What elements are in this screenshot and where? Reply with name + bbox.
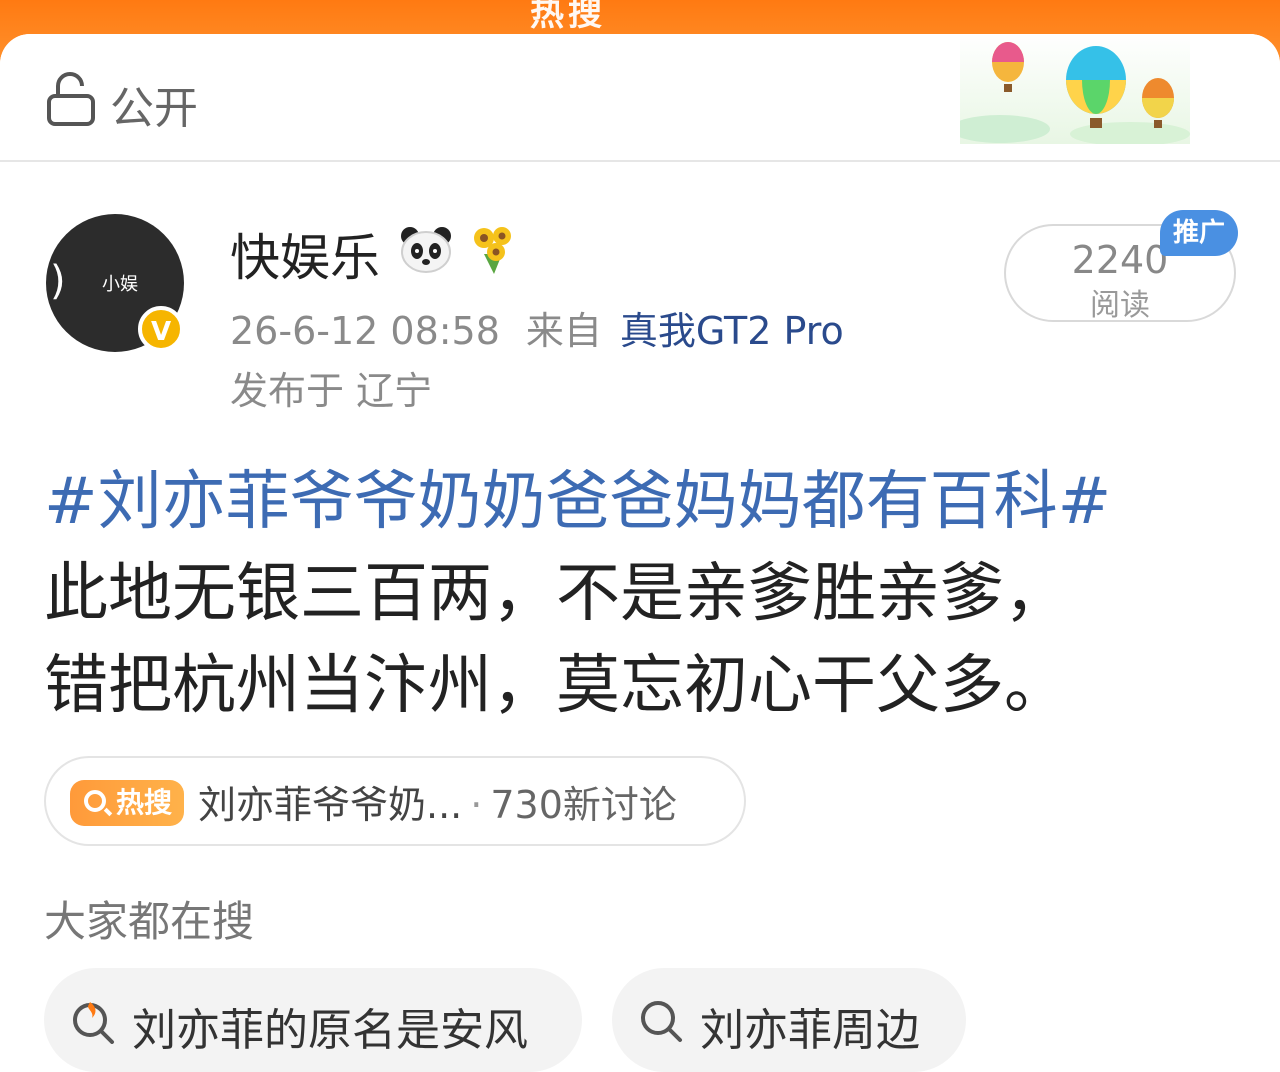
post-meta: 26-6-12 08:58 来自 真我GT2 Pro: [230, 300, 844, 355]
hot-search-icon: [73, 1002, 114, 1044]
lock-icon: [47, 72, 95, 126]
post-location: 发布于 辽宁: [230, 369, 433, 413]
search-icon: [641, 1001, 682, 1042]
related-search-item[interactable]: 刘亦菲的原名是安风: [44, 968, 582, 1072]
promo-badge[interactable]: 推广: [1160, 210, 1238, 256]
visibility-bar[interactable]: 公开: [0, 34, 1280, 162]
hot-search-count: 730新讨论: [490, 783, 677, 827]
post-timestamp: 26-6-12 08:58: [230, 309, 500, 353]
hot-search-badge-label: 热搜: [116, 786, 173, 819]
avatar-text: 小娱: [102, 274, 138, 295]
post-content: #刘亦菲爷爷奶奶爸爸妈妈都有百科# 此地无银三百两，不是亲爹胜亲爹， 错把杭州当…: [44, 456, 1244, 732]
search-icon: [84, 790, 106, 812]
device-link[interactable]: 真我GT2 Pro: [620, 309, 844, 353]
hot-search-separator: ·: [470, 783, 483, 827]
related-search-item[interactable]: 刘亦菲周边: [612, 968, 966, 1072]
visibility-label: 公开: [110, 83, 198, 134]
related-search-label: 刘亦菲周边: [700, 1005, 920, 1056]
hot-search-topic: 刘亦菲爷爷奶...: [198, 783, 463, 827]
related-search-label: 刘亦菲的原名是安风: [132, 1005, 528, 1056]
post-text-line: 错把杭州当汴州，莫忘初心干父多。: [44, 649, 1068, 723]
author-name[interactable]: 快娱乐: [230, 218, 380, 290]
verified-badge-icon: V: [138, 306, 184, 352]
sunflower-icon: [474, 227, 511, 274]
post-card: 公开 ) 小娱 V 快娱乐 26-6-12 08:58 来自 真我GT2 Pro…: [0, 34, 1280, 1072]
read-label: 阅读: [1090, 288, 1150, 323]
avatar-logo-icon: ): [50, 258, 65, 304]
top-banner-text: 热搜: [530, 0, 606, 34]
from-label: 来自: [525, 309, 602, 353]
balloons-decoration-icon: [960, 34, 1190, 144]
post-text-line: 此地无银三百两，不是亲爹胜亲爹，: [44, 557, 1068, 631]
hot-search-chip[interactable]: 热搜 刘亦菲爷爷奶... · 730新讨论: [44, 756, 746, 846]
hot-search-badge: 热搜: [70, 780, 184, 826]
related-search-title: 大家都在搜: [44, 897, 255, 946]
hot-search-text: 刘亦菲爷爷奶... · 730新讨论: [198, 774, 677, 829]
hashtag-link[interactable]: #刘亦菲爷爷奶奶爸爸妈妈都有百科#: [44, 456, 1244, 548]
panda-icon: [401, 227, 451, 273]
